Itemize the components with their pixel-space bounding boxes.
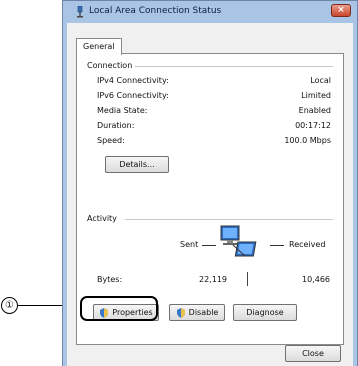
speed-value: 100.0 Mbps <box>284 136 331 145</box>
ipv6-value: Limited <box>301 91 331 100</box>
received-dash <box>270 245 284 246</box>
duration-value: 00:17:12 <box>295 121 331 130</box>
ipv4-label: IPv4 Connectivity: <box>97 76 169 85</box>
callout-highlight-box <box>80 296 158 321</box>
diagnose-button-label: Diagnose <box>246 308 284 317</box>
close-button-label: Close <box>302 349 324 358</box>
activity-group-divider <box>125 219 333 220</box>
window-close-button[interactable]: × <box>331 4 351 17</box>
received-label: Received <box>289 240 326 249</box>
ipv4-value: Local <box>310 76 331 85</box>
close-button[interactable]: Close <box>285 345 341 362</box>
disable-button-label: Disable <box>188 308 219 317</box>
sent-dash <box>202 245 216 246</box>
connection-group-title: Connection <box>87 61 133 70</box>
media-state-label: Media State: <box>97 106 148 115</box>
received-bytes-value: 10,466 <box>302 275 330 284</box>
title-bar[interactable]: Local Area Connection Status × <box>63 1 357 23</box>
details-button-label: Details... <box>119 160 155 169</box>
window-title: Local Area Connection Status <box>89 6 222 16</box>
callout-number: ① <box>1 297 18 314</box>
speed-label: Speed: <box>97 136 125 145</box>
activity-group-title: Activity <box>87 214 117 223</box>
disable-button[interactable]: Disable <box>169 304 225 321</box>
uac-shield-icon <box>176 307 186 318</box>
sent-bytes-value: 22,119 <box>199 275 227 284</box>
network-computers-icon <box>219 224 267 266</box>
duration-label: Duration: <box>97 121 135 130</box>
sent-label: Sent <box>180 240 199 249</box>
media-state-value: Enabled <box>298 106 331 115</box>
connection-group-divider <box>135 66 333 67</box>
bytes-label: Bytes: <box>97 275 123 284</box>
ipv6-label: IPv6 Connectivity: <box>97 91 169 100</box>
diagnose-button[interactable]: Diagnose <box>233 304 297 321</box>
network-icon <box>75 5 85 20</box>
details-button[interactable]: Details... <box>105 156 169 173</box>
bytes-divider <box>247 272 248 286</box>
tab-general[interactable]: General <box>76 38 122 55</box>
